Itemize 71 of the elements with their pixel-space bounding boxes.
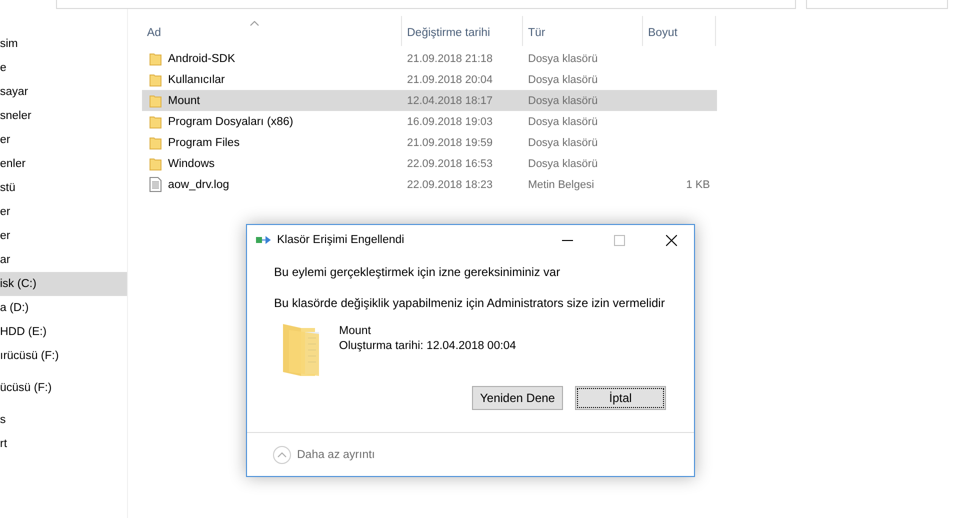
dialog-button[interactable]: Yeniden Dene <box>472 386 563 410</box>
column-header[interactable]: Değiştirme tarihi <box>402 16 523 46</box>
file-row[interactable]: Kullanıcılar 21.09.2018 20:04 Dosya klasörü <box>142 69 717 90</box>
date-cell-text: 16.09.2018 19:03 <box>406 116 494 128</box>
sidebar-item[interactable]: e <box>0 56 127 80</box>
dialog-detail: Bu klasörde değişiklik yapabilmeniz için Administrators size izin vermelidir <box>274 296 665 310</box>
type-cell-text: Dosya klasörü <box>527 158 599 170</box>
file-row[interactable]: Program Dosyaları (x86) 16.09.2018 19:03 Dosya klasörü <box>142 111 717 132</box>
sidebar-item[interactable]: ücüsü (F:) <box>0 376 127 400</box>
column-header[interactable]: Ad <box>142 16 402 46</box>
column-header[interactable]: Tür <box>523 16 643 46</box>
sidebar-item[interactable]: sim <box>0 32 127 56</box>
date-cell-text: 22.09.2018 18:23 <box>406 178 494 190</box>
sidebar-item[interactable]: rt <box>0 432 127 456</box>
sidebar-item[interactable]: ırücüsü (F:) <box>0 344 127 368</box>
item-created-date: Oluşturma tarihi: 12.04.2018 00:04 <box>339 339 516 354</box>
sidebar-item[interactable]: ar <box>0 248 127 272</box>
folder-icon <box>149 114 162 128</box>
sidebar-item[interactable]: isk (C:) <box>0 272 127 296</box>
type-cell-text: Dosya klasörü <box>527 74 599 86</box>
dialog-message: Bu eylemi gerçekleştirmek için izne gereksiniminiz var <box>274 265 560 279</box>
folder-icon <box>149 52 162 66</box>
sidebar-item[interactable]: er <box>0 224 127 248</box>
date-cell-text: 21.09.2018 19:59 <box>406 136 494 148</box>
date-cell-text: 21.09.2018 20:04 <box>406 74 494 86</box>
type-cell-text: Dosya klasörü <box>527 52 599 64</box>
maximize-icon <box>614 234 624 246</box>
file-row[interactable]: Android-SDK 21.09.2018 21:18 Dosya klasörü <box>142 48 717 69</box>
search-field[interactable] <box>806 0 948 9</box>
folder-icon <box>149 72 162 86</box>
file-name: Mount <box>168 94 200 106</box>
folder-icon <box>149 156 162 170</box>
type-cell-text: Dosya klasörü <box>527 136 599 148</box>
type-cell-text: Metin Belgesi <box>527 178 596 190</box>
file-row[interactable]: Windows 22.09.2018 16:53 Dosya klasörü <box>142 153 717 174</box>
type-cell-text: Dosya klasörü <box>527 116 599 128</box>
file-row[interactable]: aow_drv.log 22.09.2018 18:23 Metin Belgesi 1 KB <box>142 174 717 195</box>
size-cell-text: 1 KB <box>685 178 711 190</box>
file-row[interactable]: Program Files 21.09.2018 19:59 Dosya klasörü <box>142 132 717 153</box>
sidebar-item[interactable]: s <box>0 408 127 432</box>
column-header[interactable]: Boyut <box>643 16 716 46</box>
sidebar-item[interactable]: HDD (E:) <box>0 320 127 344</box>
sidebar-item[interactable]: er <box>0 200 127 224</box>
sidebar-item[interactable]: sayar <box>0 80 127 104</box>
file-row[interactable]: Mount 12.04.2018 18:17 Dosya klasörü <box>142 90 717 111</box>
file-name: Program Dosyaları (x86) <box>168 116 294 128</box>
date-cell-text: 22.09.2018 16:53 <box>406 158 494 170</box>
item-name: Mount <box>339 324 372 339</box>
file-name: Android-SDK <box>168 52 236 64</box>
folder-move-icon <box>256 236 271 244</box>
document-icon <box>149 177 162 192</box>
address-bar[interactable] <box>56 0 796 9</box>
file-name: Program Files <box>168 136 240 148</box>
dialog-button[interactable]: İptal <box>575 386 666 410</box>
sidebar-item[interactable]: er <box>0 128 127 152</box>
date-cell-text: 21.09.2018 21:18 <box>406 52 494 64</box>
file-name: Windows <box>168 158 215 170</box>
date-cell-text: 12.04.2018 18:17 <box>406 94 494 106</box>
type-cell-text: Dosya klasörü <box>527 94 599 106</box>
sidebar-item[interactable]: a (D:) <box>0 296 127 320</box>
folder-icon <box>149 136 162 150</box>
sidebar-item[interactable]: sneler <box>0 104 127 128</box>
file-name: aow_drv.log <box>168 178 230 190</box>
collapse-icon <box>273 446 291 464</box>
dialog-title: Klasör Erişimi Engellendi <box>277 234 406 246</box>
details-toggle[interactable]: Daha az ayrıntı <box>273 446 375 464</box>
file-name: Kullanıcılar <box>168 74 225 86</box>
sidebar-item[interactable]: stü <box>0 176 127 200</box>
close-icon <box>666 234 676 246</box>
sidebar-item[interactable]: enler <box>0 152 127 176</box>
folder-icon <box>149 94 162 108</box>
